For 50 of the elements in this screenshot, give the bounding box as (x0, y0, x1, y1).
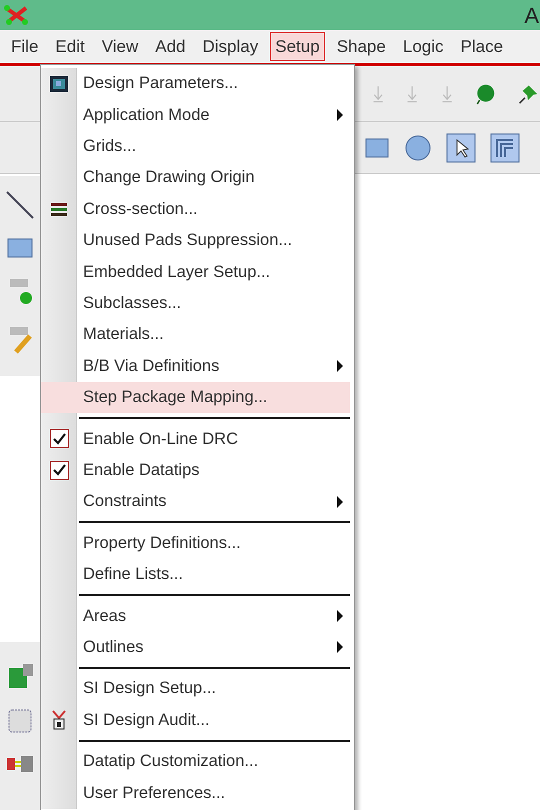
rectangle-icon[interactable] (7, 238, 33, 258)
menu-item[interactable]: Step Package Mapping... (41, 382, 350, 414)
menu-bar-item[interactable]: Setup (270, 32, 325, 62)
menu-bar-item[interactable]: Add (150, 32, 190, 62)
board-icon (49, 74, 69, 94)
check-icon (52, 464, 66, 476)
menu-item[interactable]: Property Definitions... (41, 527, 350, 559)
menu-bar-item[interactable]: Logic (398, 32, 448, 62)
menu-item[interactable]: B/B Via Definitions (41, 350, 350, 382)
menu-item[interactable]: Enable On-Line DRC (41, 423, 350, 455)
menu-item[interactable]: SI Design Setup... (41, 673, 350, 704)
menu-item[interactable]: Enable Datatips (41, 454, 350, 486)
layers-icon (49, 200, 69, 218)
submenu-arrow-icon (336, 496, 344, 508)
menu-bar-item[interactable]: View (96, 32, 144, 62)
menu-item[interactable]: Cross-section... (41, 194, 350, 225)
menu-item[interactable]: Datatip Customization... (41, 746, 350, 778)
menu-item[interactable]: Subclasses... (41, 288, 350, 320)
menu-bar-item[interactable]: Edit (50, 32, 90, 62)
menu-item[interactable]: Embedded Layer Setup... (41, 256, 350, 288)
pointer-icon[interactable] (446, 132, 476, 162)
menu-item[interactable]: Grids... (41, 130, 350, 162)
check-icon (52, 432, 66, 445)
menu-item[interactable]: Materials... (41, 319, 350, 351)
shape-icon[interactable] (490, 132, 520, 162)
checkbox[interactable] (50, 460, 68, 480)
menu-item[interactable]: Design Parameters... (41, 68, 350, 100)
submenu-arrow-icon (336, 610, 344, 622)
menu-item[interactable]: Change Drawing Origin (41, 162, 350, 194)
menu-item[interactable]: Define Lists... (41, 558, 350, 590)
window-title: A (524, 2, 539, 30)
menu-item[interactable]: Unused Pads Suppression... (41, 224, 350, 256)
menu-item[interactable]: Areas (41, 600, 350, 632)
menu-item[interactable]: User Preferences... (41, 777, 350, 809)
menu-bar-item[interactable]: Shape (332, 32, 391, 62)
menu-bar-item[interactable]: Place (456, 32, 508, 62)
audit-icon (50, 709, 68, 732)
menu-item[interactable]: Application Mode (41, 99, 350, 131)
submenu-arrow-icon (336, 641, 344, 654)
menu-item[interactable]: SI Design Audit... (41, 704, 350, 736)
line-icon[interactable] (5, 190, 35, 220)
menu-item[interactable]: Outlines (41, 632, 350, 664)
app-icon (4, 4, 30, 26)
submenu-arrow-icon (336, 109, 344, 122)
checkbox[interactable] (50, 429, 68, 448)
menu-bar-item[interactable]: Display (198, 32, 264, 62)
submenu-arrow-icon (336, 360, 344, 372)
menu-bar-item[interactable]: File (6, 32, 44, 62)
circle-icon[interactable] (404, 134, 432, 162)
menu-item[interactable]: Constraints (41, 486, 350, 518)
